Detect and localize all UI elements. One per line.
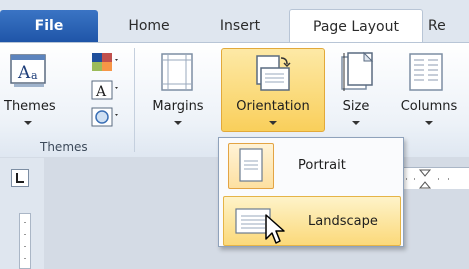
- group-separator: [134, 48, 135, 152]
- theme-fonts-icon[interactable]: A: [90, 79, 120, 101]
- portrait-label: Portrait: [298, 158, 346, 173]
- tab-references[interactable]: Re: [428, 9, 469, 43]
- theme-colors-icon[interactable]: [90, 51, 120, 73]
- tab-selector-button[interactable]: [11, 169, 29, 187]
- tab-insert[interactable]: Insert: [200, 9, 280, 43]
- margins-button-label[interactable]: Margins: [149, 99, 207, 114]
- themes-group-label: Themes: [40, 140, 88, 154]
- columns-icon[interactable]: [404, 51, 448, 93]
- theme-effects-icon[interactable]: [90, 106, 120, 128]
- portrait-icon: [228, 143, 274, 189]
- svg-text:a: a: [31, 69, 38, 82]
- tab-page-layout[interactable]: Page Layout: [289, 9, 423, 43]
- margins-icon[interactable]: [158, 51, 198, 93]
- landscape-label: Landscape: [308, 214, 378, 229]
- menu-item-portrait[interactable]: Portrait: [223, 141, 401, 191]
- orientation-dropdown-arrow[interactable]: [269, 121, 277, 125]
- themes-dropdown-arrow[interactable]: [24, 121, 32, 125]
- orientation-menu: Portrait Landscape: [218, 137, 404, 247]
- themes-icon[interactable]: A a: [9, 51, 51, 93]
- ribbon-tab-bar: File Home Insert Page Layout Re: [0, 0, 469, 43]
- margins-dropdown-arrow[interactable]: [174, 121, 182, 125]
- mouse-cursor-icon: [264, 213, 286, 247]
- columns-button-label[interactable]: Columns: [396, 99, 462, 114]
- size-dropdown-arrow[interactable]: [352, 121, 360, 125]
- size-button-label[interactable]: Size: [338, 99, 374, 114]
- orientation-button-label[interactable]: Orientation: [222, 99, 324, 114]
- svg-text:A: A: [95, 84, 107, 100]
- orientation-icon[interactable]: [251, 54, 293, 94]
- menu-item-landscape[interactable]: Landscape: [223, 196, 401, 246]
- svg-text:A: A: [17, 63, 31, 83]
- tab-home[interactable]: Home: [108, 9, 190, 43]
- horizontal-ruler[interactable]: [402, 167, 469, 189]
- tab-file[interactable]: File: [0, 10, 98, 42]
- size-icon[interactable]: [338, 51, 378, 93]
- themes-button-label[interactable]: Themes: [4, 99, 56, 114]
- columns-dropdown-arrow[interactable]: [425, 121, 433, 125]
- vertical-ruler[interactable]: [19, 213, 31, 269]
